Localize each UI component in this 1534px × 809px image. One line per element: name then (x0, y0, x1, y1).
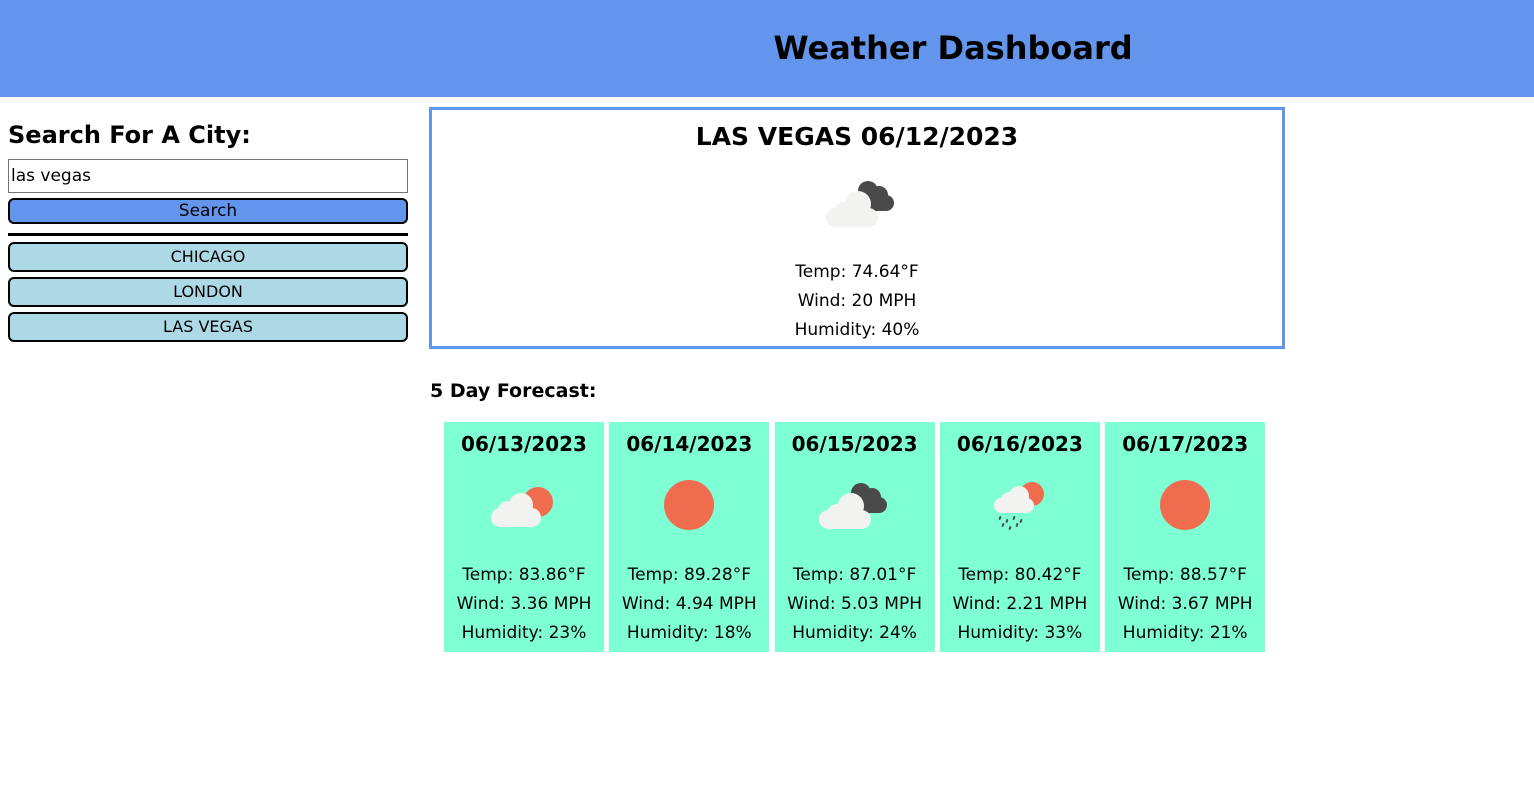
forecast-card: 06/13/2023 Temp: 83.86°F Wind: 3.36 MPH … (444, 422, 604, 652)
forecast-card: 06/14/2023 Temp: 89.28°F Wind: 4.94 MPH … (609, 422, 770, 652)
forecast-date: 06/15/2023 (791, 432, 918, 456)
forecast-wind: Wind: 4.94 MPH (621, 594, 757, 614)
forecast-humidity: Humidity: 33% (957, 623, 1083, 643)
forecast-temp: Temp: 83.86°F (462, 565, 586, 585)
forecast-stats: Temp: 89.28°F Wind: 4.94 MPH Humidity: 1… (609, 561, 769, 648)
forecast-wind: Wind: 3.36 MPH (456, 594, 592, 614)
forecast-wind: Wind: 2.21 MPH (952, 594, 1088, 614)
forecast-date: 06/17/2023 (1122, 432, 1249, 456)
forecast-stats: Temp: 88.57°F Wind: 3.67 MPH Humidity: 2… (1105, 561, 1265, 648)
current-humidity: Humidity: 40% (794, 320, 920, 340)
current-stats: Temp: 74.64°F Wind: 20 MPH Humidity: 40% (432, 258, 1282, 345)
search-heading: Search For A City: (8, 121, 251, 149)
forecast-temp: Temp: 89.28°F (627, 565, 751, 585)
forecast-wind: Wind: 3.67 MPH (1117, 594, 1253, 614)
page-header: Weather Dashboard (0, 0, 1534, 97)
forecast-humidity: Humidity: 21% (1122, 623, 1248, 643)
forecast-temp: Temp: 88.57°F (1123, 565, 1247, 585)
forecast-humidity: Humidity: 18% (626, 623, 752, 643)
current-city-date: LAS VEGAS 06/12/2023 (695, 122, 1019, 151)
broken-clouds-icon (818, 483, 887, 529)
search-sidebar: Search For A City: Search CHICAGO LONDON… (8, 118, 408, 347)
history-button-las-vegas[interactable]: LAS VEGAS (8, 312, 408, 342)
forecast-date: 06/14/2023 (626, 432, 753, 456)
search-history-list: CHICAGO LONDON LAS VEGAS (8, 242, 408, 342)
forecast-date: 06/13/2023 (461, 432, 587, 456)
few-clouds-icon (491, 487, 553, 527)
history-button-london[interactable]: LONDON (8, 277, 408, 307)
forecast-heading: 5 Day Forecast: (430, 380, 597, 402)
forecast-temp: Temp: 80.42°F (958, 565, 1082, 585)
forecast-wind: Wind: 5.03 MPH (787, 594, 922, 614)
forecast-card: 06/17/2023 Temp: 88.57°F Wind: 3.67 MPH … (1105, 422, 1266, 652)
forecast-date: 06/16/2023 (956, 432, 1083, 456)
rain-icon (993, 482, 1044, 530)
current-temp: Temp: 74.64°F (795, 262, 919, 282)
history-button-chicago[interactable]: CHICAGO (8, 242, 408, 272)
forecast-list: 06/13/2023 Temp: 83.86°F Wind: 3.36 MPH … (444, 422, 1270, 652)
search-button[interactable]: Search (8, 198, 408, 224)
forecast-stats: Temp: 87.01°F Wind: 5.03 MPH Humidity: 2… (775, 561, 935, 648)
current-weather-card: LAS VEGAS 06/12/2023 Temp: 74.64°F Wind:… (429, 107, 1285, 349)
forecast-humidity: Humidity: 24% (792, 623, 917, 643)
forecast-card: 06/16/2023 Temp: 80.42°F Wind: 2.21 MPH … (939, 422, 1100, 652)
forecast-humidity: Humidity: 23% (461, 623, 587, 643)
clear-sky-icon (1160, 480, 1211, 530)
page-title: Weather Dashboard (773, 29, 1133, 67)
clear-sky-icon (664, 480, 715, 530)
broken-clouds-icon (826, 181, 894, 227)
forecast-stats: Temp: 83.86°F Wind: 3.36 MPH Humidity: 2… (444, 561, 604, 648)
forecast-card: 06/15/2023 Temp: 87.01°F Wind: 5.03 MPH … (774, 422, 935, 652)
sidebar-divider (8, 233, 408, 236)
forecast-temp: Temp: 87.01°F (792, 565, 917, 585)
current-wind: Wind: 20 MPH (797, 291, 917, 311)
city-search-input[interactable] (8, 159, 408, 193)
forecast-stats: Temp: 80.42°F Wind: 2.21 MPH Humidity: 3… (940, 561, 1100, 648)
